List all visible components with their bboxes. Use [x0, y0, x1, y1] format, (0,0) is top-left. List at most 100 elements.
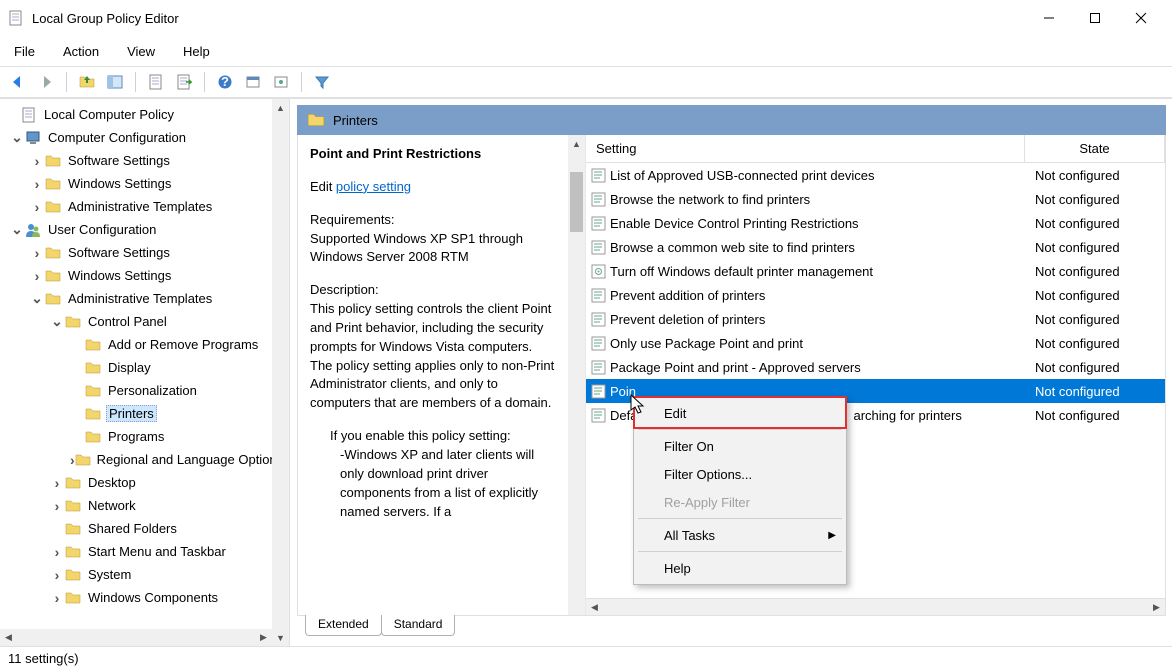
menu-view[interactable]: View — [123, 40, 159, 63]
context-menu-item: Re-Apply Filter — [634, 488, 846, 516]
filter-button[interactable] — [310, 70, 334, 94]
forward-button[interactable] — [34, 70, 58, 94]
tree-item[interactable]: Add or Remove Programs — [0, 333, 289, 356]
edit-label: Edit — [310, 179, 332, 194]
context-menu-item[interactable]: All Tasks▶ — [634, 521, 846, 549]
tree-item-label: Desktop — [86, 474, 138, 491]
doc-icon — [20, 107, 38, 123]
close-button[interactable] — [1118, 3, 1164, 33]
menu-action[interactable]: Action — [59, 40, 103, 63]
tree-item[interactable]: › Windows Components — [0, 586, 289, 609]
tree-item[interactable]: ›Software Settings — [0, 241, 289, 264]
edit-policy-link[interactable]: policy setting — [336, 179, 411, 194]
chevron-right-icon[interactable]: › — [30, 199, 44, 215]
help-button[interactable]: ? — [213, 70, 237, 94]
folder-icon — [84, 337, 102, 353]
tree-item[interactable]: ›Windows Settings — [0, 172, 289, 195]
chevron-down-icon[interactable]: ⌄ — [30, 290, 44, 307]
list-horizontal-scrollbar[interactable]: ◀ ▶ — [586, 598, 1165, 615]
column-setting[interactable]: Setting — [586, 135, 1025, 162]
scroll-left-icon[interactable]: ◀ — [0, 629, 17, 646]
context-menu-item[interactable]: Filter On — [634, 432, 846, 460]
chevron-right-icon[interactable]: › — [30, 153, 44, 169]
context-menu-item[interactable]: Filter Options... — [634, 460, 846, 488]
tree-item[interactable]: Display — [0, 356, 289, 379]
chevron-right-icon[interactable]: › — [30, 176, 44, 192]
minimize-button[interactable] — [1026, 3, 1072, 33]
chevron-down-icon[interactable]: ⌄ — [50, 313, 64, 330]
tree-item[interactable]: ⌄ Administrative Templates — [0, 287, 289, 310]
menu-help[interactable]: Help — [179, 40, 214, 63]
context-menu-item[interactable]: Edit — [634, 399, 846, 427]
refresh-button[interactable] — [241, 70, 265, 94]
list-row[interactable]: Enable Device Control Printing Restricti… — [586, 211, 1165, 235]
show-hide-tree-button[interactable] — [103, 70, 127, 94]
setting-state: Not configured — [1025, 168, 1165, 183]
chevron-down-icon[interactable]: ⌄ — [10, 221, 24, 238]
tree-item-label: Windows Components — [86, 589, 220, 606]
context-menu-item[interactable]: Help — [634, 554, 846, 582]
list-row[interactable]: Package Point and print - Approved serve… — [586, 355, 1165, 379]
export-button[interactable] — [172, 70, 196, 94]
chevron-right-icon[interactable]: › — [30, 268, 44, 284]
setting-icon — [588, 360, 608, 375]
chevron-right-icon[interactable]: › — [50, 475, 64, 491]
chevron-right-icon[interactable]: › — [30, 245, 44, 261]
tree-item-label: Programs — [106, 428, 166, 445]
menu-file[interactable]: File — [10, 40, 39, 63]
list-row[interactable]: Browse a common web site to find printer… — [586, 235, 1165, 259]
setting-icon — [588, 408, 608, 423]
tree-item[interactable]: ›Start Menu and Taskbar — [0, 540, 289, 563]
settings-button[interactable] — [269, 70, 293, 94]
tree-item[interactable]: Printers — [0, 402, 289, 425]
list-row[interactable]: Turn off Windows default printer managem… — [586, 259, 1165, 283]
description-text2: If you enable this policy setting: — [310, 427, 556, 446]
scroll-down-icon[interactable]: ▼ — [272, 629, 289, 646]
tree-item[interactable]: Local Computer Policy — [0, 103, 289, 126]
chevron-down-icon[interactable]: ⌄ — [10, 129, 24, 146]
tree-horizontal-scrollbar[interactable]: ◀ ▶ — [0, 629, 272, 646]
folder-icon — [64, 498, 82, 514]
list-row[interactable]: List of Approved USB-connected print dev… — [586, 163, 1165, 187]
chevron-right-icon[interactable]: › — [50, 590, 64, 606]
tree-item[interactable]: Programs — [0, 425, 289, 448]
up-button[interactable] — [75, 70, 99, 94]
tree-item[interactable]: ›Software Settings — [0, 149, 289, 172]
list-row[interactable]: Prevent deletion of printersNot configur… — [586, 307, 1165, 331]
tree-item[interactable]: ›System — [0, 563, 289, 586]
app-icon — [8, 10, 24, 26]
tab-extended[interactable]: Extended — [305, 615, 382, 636]
tree-item[interactable]: › Desktop — [0, 471, 289, 494]
folder-icon — [84, 406, 102, 422]
properties-button[interactable] — [144, 70, 168, 94]
list-row[interactable]: Prevent addition of printersNot configur… — [586, 283, 1165, 307]
tree-item[interactable]: Shared Folders — [0, 517, 289, 540]
list-row[interactable]: Only use Package Point and printNot conf… — [586, 331, 1165, 355]
scroll-up-icon[interactable]: ▲ — [272, 99, 289, 116]
tree-item-label: Administrative Templates — [66, 290, 214, 307]
scroll-left-icon[interactable]: ◀ — [586, 599, 603, 616]
tree-item[interactable]: Personalization — [0, 379, 289, 402]
chevron-right-icon[interactable]: › — [50, 498, 64, 514]
maximize-button[interactable] — [1072, 3, 1118, 33]
back-button[interactable] — [6, 70, 30, 94]
list-row[interactable]: Browse the network to find printersNot c… — [586, 187, 1165, 211]
view-tabs: Extended Standard — [297, 616, 1166, 642]
column-state[interactable]: State — [1025, 135, 1165, 162]
tree-item[interactable]: ›Regional and Language Options — [0, 448, 289, 471]
user-icon — [24, 222, 42, 238]
tree-item[interactable]: ›Network — [0, 494, 289, 517]
tree-vertical-scrollbar[interactable]: ▲ ▼ — [272, 99, 289, 646]
chevron-right-icon[interactable]: › — [50, 544, 64, 560]
tree-item[interactable]: ⌄Computer Configuration — [0, 126, 289, 149]
tree-item[interactable]: ›Administrative Templates — [0, 195, 289, 218]
tab-standard[interactable]: Standard — [381, 615, 456, 636]
desc-scrollbar[interactable]: ▲ — [568, 135, 585, 615]
folder-icon — [75, 452, 91, 468]
tree-item[interactable]: ›Windows Settings — [0, 264, 289, 287]
tree-item[interactable]: ⌄User Configuration — [0, 218, 289, 241]
scroll-right-icon[interactable]: ▶ — [1148, 599, 1165, 616]
scroll-right-icon[interactable]: ▶ — [255, 629, 272, 646]
tree-item[interactable]: ⌄Control Panel — [0, 310, 289, 333]
chevron-right-icon[interactable]: › — [50, 567, 64, 583]
